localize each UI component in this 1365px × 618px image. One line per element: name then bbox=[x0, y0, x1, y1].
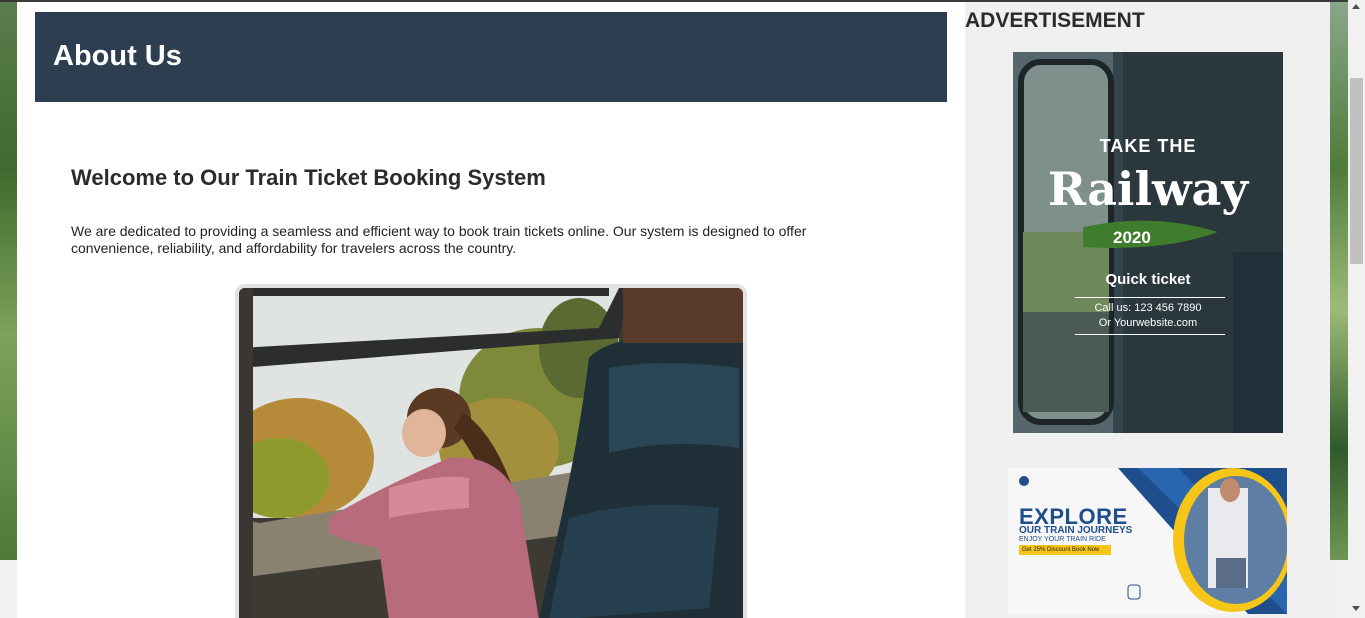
ad1-line1: TAKE THE bbox=[1099, 136, 1197, 156]
advertisement-heading: ADVERTISEMENT bbox=[965, 9, 1145, 32]
background-scenery-left bbox=[0, 0, 17, 560]
ad2-subheading2: ENJOY YOUR TRAIN RIDE bbox=[1019, 536, 1106, 543]
scroll-up-arrow-icon[interactable] bbox=[1352, 4, 1360, 9]
ad1-line5: Or Yourwebsite.com bbox=[1098, 317, 1198, 329]
sidebar: ADVERTISEMENT TAKE THE Railway 2020 Quic… bbox=[965, 2, 1330, 618]
explore-ad-banner[interactable]: EXPLORE OUR TRAIN JOURNEYS ENJOY YOUR TR… bbox=[1008, 468, 1287, 614]
ad1-line2: Railway bbox=[1047, 162, 1249, 216]
background-scenery-right bbox=[1330, 0, 1348, 560]
ad2-discount-badge: Get 25% Discount Book Now bbox=[1019, 545, 1111, 555]
scroll-down-arrow-icon[interactable] bbox=[1352, 606, 1360, 611]
ad2-subheading: OUR TRAIN JOURNEYS bbox=[1019, 525, 1133, 536]
ad1-line3: Quick ticket bbox=[1105, 271, 1191, 288]
page-scrollbar[interactable] bbox=[1348, 0, 1365, 618]
about-paragraph: We are dedicated to providing a seamless… bbox=[71, 223, 807, 256]
railway-ad-banner[interactable]: TAKE THE Railway 2020 Quick ticket Call … bbox=[1013, 52, 1283, 433]
train-photo bbox=[235, 284, 747, 618]
girl-on-train-image bbox=[239, 288, 743, 618]
page-title: About Us bbox=[53, 40, 182, 72]
page-header: About Us bbox=[35, 12, 947, 102]
ad1-year: 2020 bbox=[1113, 228, 1151, 247]
welcome-heading: Welcome to Our Train Ticket Booking Syst… bbox=[71, 165, 546, 190]
main-content: About Us Welcome to Our Train Ticket Boo… bbox=[17, 2, 965, 618]
ad1-line4: Call us: 123 456 7890 bbox=[1094, 302, 1202, 314]
scroll-thumb[interactable] bbox=[1350, 78, 1363, 264]
ad1-divider-top bbox=[1075, 297, 1225, 298]
ad1-divider-bottom bbox=[1075, 334, 1225, 335]
